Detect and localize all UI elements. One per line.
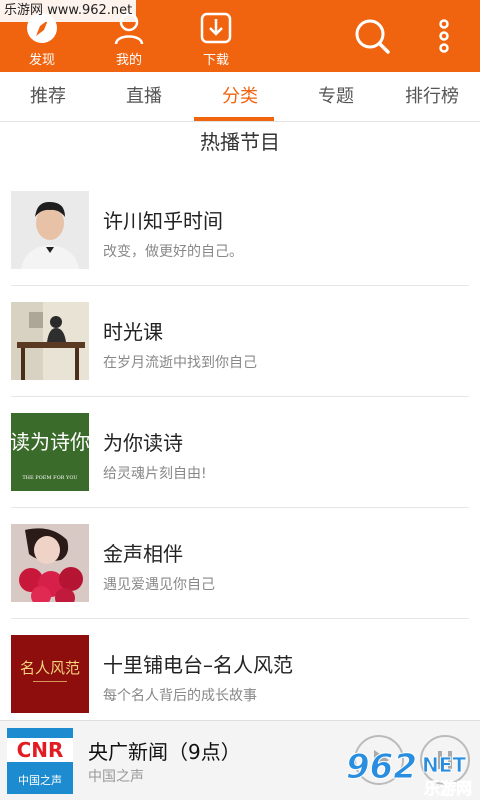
- player-title: 央广新闻（9点）: [88, 740, 241, 764]
- program-subtitle: 改变，做更好的自己。: [103, 244, 243, 260]
- list-item[interactable]: 读为诗你 THE POEM FOR YOU 为你读诗 给灵魂片刻自由!: [0, 397, 480, 508]
- reading-scene-image: [11, 302, 89, 380]
- list-item[interactable]: 名人风范 十里铺电台–名人风范 每个名人背后的成长故事: [0, 619, 480, 730]
- list-item[interactable]: 许川知乎时间 改变，做更好的自己。: [0, 175, 480, 286]
- download-label: 下载: [202, 53, 229, 68]
- program-title: 十里铺电台–名人风范: [103, 653, 293, 677]
- roses-portrait-image: [11, 524, 89, 602]
- download-icon: [200, 12, 232, 44]
- tab-category[interactable]: 分类: [192, 72, 288, 122]
- logo-number: 962: [346, 747, 417, 787]
- program-thumbnail: [11, 191, 89, 269]
- program-title: 为你读诗: [103, 431, 183, 455]
- program-thumbnail: [11, 302, 89, 380]
- logo-name: 乐游网: [424, 779, 472, 798]
- celebrity-cover-text: 名人风范: [20, 659, 80, 677]
- list-item[interactable]: 时光课 在岁月流逝中找到你自己: [0, 286, 480, 397]
- program-thumbnail: 读为诗你 THE POEM FOR YOU: [11, 413, 89, 491]
- tab-ranking[interactable]: 排行榜: [384, 72, 480, 122]
- discover-label: 发现: [28, 53, 55, 68]
- more-button[interactable]: [422, 14, 466, 58]
- player-subtitle: 中国之声: [88, 769, 144, 785]
- section-title: 热播节目: [200, 130, 280, 154]
- site-watermark: 乐游网 www.962.net: [0, 0, 137, 22]
- program-title: 时光课: [103, 320, 163, 344]
- search-button[interactable]: [350, 14, 394, 58]
- poem-cover-english: THE POEM FOR YOU: [22, 475, 77, 481]
- active-tab-indicator: [194, 117, 274, 121]
- more-vertical-icon: [439, 19, 449, 53]
- tab-live[interactable]: 直播: [96, 72, 192, 122]
- portrait-image: [11, 191, 89, 269]
- logo-suffix: NET: [422, 753, 466, 777]
- poem-cover-image: 读为诗你 THE POEM FOR YOU: [11, 413, 89, 491]
- player-cover: CNR 中国之声: [7, 728, 73, 794]
- program-subtitle: 每个名人背后的成长故事: [103, 688, 257, 704]
- program-list: 许川知乎时间 改变，做更好的自己。 时光课 在岁月流逝中找到你自己 读为诗你 T…: [0, 175, 480, 730]
- poem-cover-text: 读为诗你: [11, 430, 89, 454]
- cover-channel-text: 中国之声: [18, 774, 62, 787]
- program-subtitle: 遇见爱遇见你自己: [103, 577, 215, 593]
- category-tabs: 推荐 直播 分类 专题 排行榜: [0, 72, 480, 122]
- program-subtitle: 给灵魂片刻自由!: [103, 466, 207, 482]
- list-item[interactable]: 金声相伴 遇见爱遇见你自己: [0, 508, 480, 619]
- program-subtitle: 在岁月流逝中找到你自己: [103, 355, 257, 371]
- download-button[interactable]: 下载: [186, 6, 246, 68]
- cnr-logo: CNR: [7, 738, 73, 762]
- mine-label: 我的: [115, 53, 142, 68]
- site-logo: 962 NET 乐游网: [346, 747, 473, 799]
- search-icon: [355, 19, 390, 54]
- program-thumbnail: 名人风范: [11, 635, 89, 713]
- tab-recommend[interactable]: 推荐: [0, 72, 96, 122]
- program-thumbnail: [11, 524, 89, 602]
- program-title: 金声相伴: [103, 542, 183, 566]
- celebrity-cover-image: 名人风范: [11, 635, 89, 713]
- program-title: 许川知乎时间: [103, 209, 223, 233]
- tab-topic[interactable]: 专题: [288, 72, 384, 122]
